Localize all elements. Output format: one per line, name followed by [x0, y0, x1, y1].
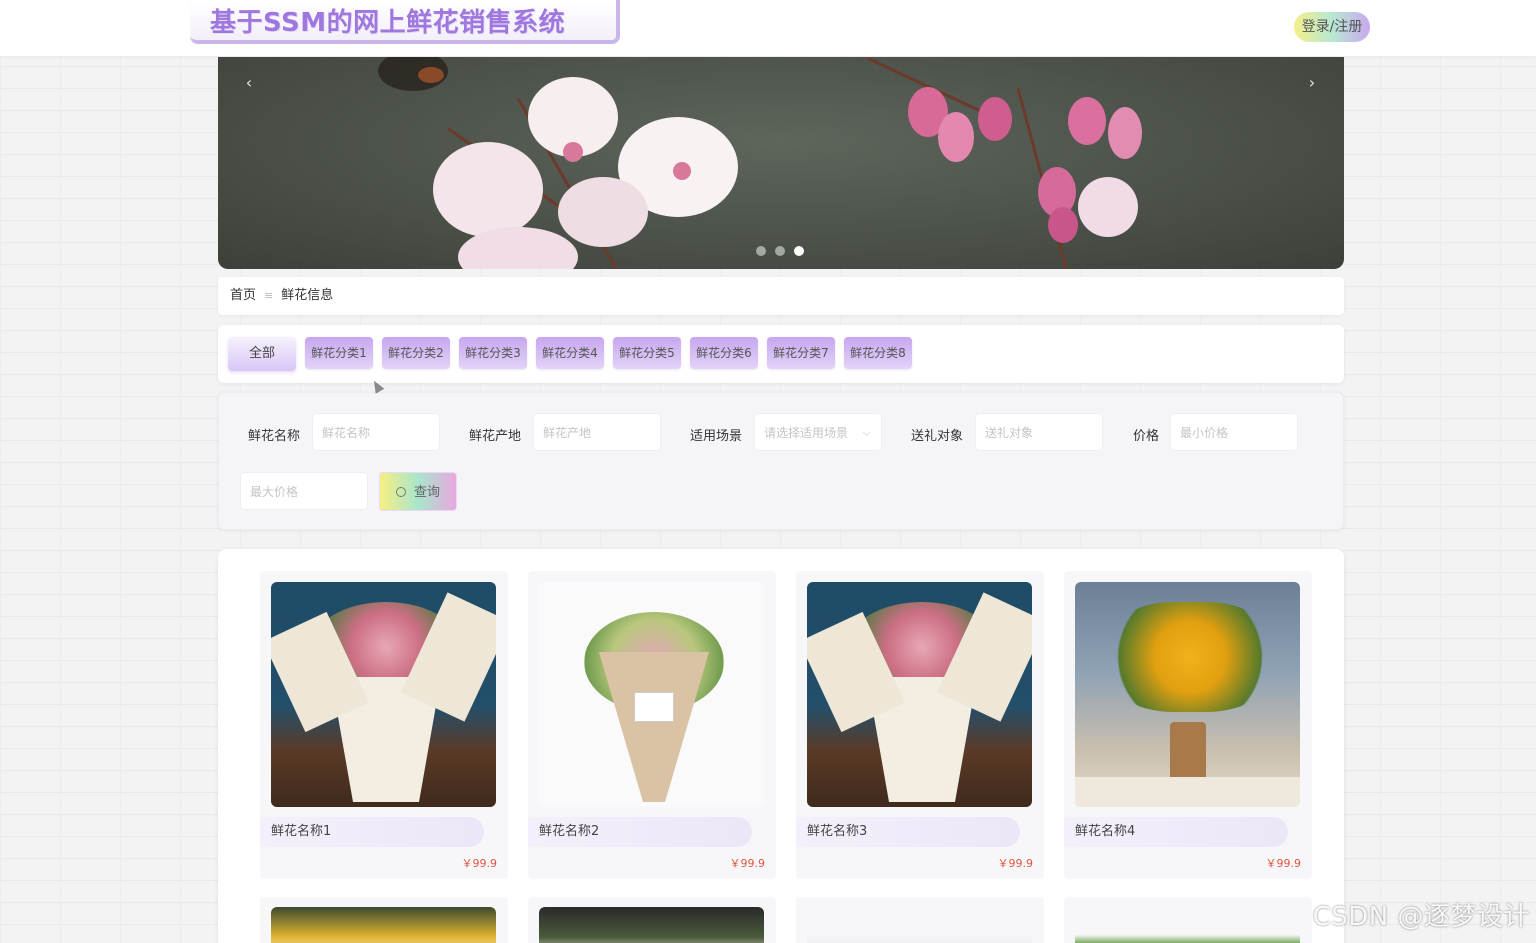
flower-origin-label: 鲜花产地 [469, 429, 522, 444]
category-bar: 全部 鲜花分类1 鲜花分类2 鲜花分类3 鲜花分类4 鲜花分类5 鲜花分类6 鲜… [218, 325, 1344, 383]
product-price: ￥99.9 [1265, 857, 1302, 870]
site-title[interactable]: 基于SSM的网上鲜花销售系统 [210, 2, 565, 39]
category-tab[interactable]: 鲜花分类2 [382, 337, 450, 369]
pink-bud [1068, 97, 1106, 145]
search-button[interactable]: 查询 [379, 472, 457, 511]
pink-bud [1048, 207, 1078, 243]
pink-bud [978, 97, 1012, 141]
blossom-center [563, 142, 583, 162]
min-price-input[interactable]: 最小价格 [1170, 413, 1298, 451]
product-price: ￥99.9 [461, 857, 498, 870]
product-name[interactable]: 鲜花名称1 [260, 817, 484, 847]
blossom-center [673, 162, 691, 180]
product-image[interactable] [1075, 582, 1300, 807]
carousel-dot-active[interactable] [794, 246, 804, 256]
chevron-right-icon[interactable]: › [1300, 71, 1324, 95]
product-name[interactable]: 鲜花名称2 [528, 817, 752, 847]
product-image[interactable] [539, 582, 764, 807]
flower-name-input[interactable]: 鲜花名称 [312, 413, 440, 451]
blossom-white [558, 177, 648, 247]
product-image[interactable] [807, 582, 1032, 807]
product-price: ￥99.9 [729, 857, 766, 870]
product-image[interactable] [807, 907, 1032, 943]
category-tab[interactable]: 鲜花分类5 [613, 337, 681, 369]
scene-select[interactable]: 请选择适用场景 ⌵ [754, 413, 882, 451]
product-card[interactable] [528, 897, 776, 943]
flower-name-label: 鲜花名称 [248, 429, 301, 444]
breadcrumb-separator-icon: ≡ [264, 289, 274, 302]
product-image[interactable] [1075, 907, 1300, 943]
product-card[interactable] [260, 897, 508, 943]
login-register-button[interactable]: 登录/注册 [1294, 12, 1370, 42]
pink-bud [938, 112, 974, 162]
breadcrumb-current: 鲜花信息 [281, 288, 334, 303]
product-image[interactable] [539, 907, 764, 943]
category-tab[interactable]: 鲜花分类4 [536, 337, 604, 369]
chevron-left-icon[interactable]: ‹ [237, 71, 261, 95]
search-icon [395, 487, 406, 497]
product-image[interactable] [271, 907, 496, 943]
watermark: CSDN @逐梦设计 [1312, 902, 1530, 932]
search-filter-panel: 鲜花名称 鲜花名称 鲜花产地 鲜花产地 适用场景 请选择适用场景 ⌵ 送礼对象 … [218, 392, 1344, 530]
product-card[interactable] [796, 897, 1044, 943]
bird-beak-shape [418, 67, 444, 83]
breadcrumb: 首页 ≡ 鲜花信息 [218, 277, 1344, 315]
category-tab[interactable]: 鲜花分类6 [690, 337, 758, 369]
carousel-dot[interactable] [756, 246, 766, 256]
pink-bud [1108, 107, 1142, 159]
category-tab[interactable]: 鲜花分类8 [844, 337, 912, 369]
carousel-dot[interactable] [775, 246, 785, 256]
scene-label: 适用场景 [690, 429, 743, 444]
category-all-tab[interactable]: 全部 [228, 337, 296, 371]
product-price: ￥99.9 [997, 857, 1034, 870]
product-card[interactable]: 鲜花名称4 ￥99.9 [1064, 571, 1312, 879]
blossom-white [433, 142, 543, 237]
scene-select-placeholder: 请选择适用场景 [764, 426, 849, 440]
category-tab[interactable]: 鲜花分类1 [305, 337, 373, 369]
product-image[interactable] [271, 582, 496, 807]
product-card[interactable]: 鲜花名称3 ￥99.9 [796, 571, 1044, 879]
banner-carousel[interactable]: ‹ › [218, 57, 1344, 269]
product-name[interactable]: 鲜花名称3 [796, 817, 1020, 847]
product-name[interactable]: 鲜花名称4 [1064, 817, 1288, 847]
site-title-banner: 基于SSM的网上鲜花销售系统 [190, 0, 620, 44]
recipient-label: 送礼对象 [911, 429, 964, 444]
product-grid: 鲜花名称1 ￥99.9 鲜花名称2 ￥99.9 鲜花名称3 ￥99.9 鲜花名称… [218, 549, 1344, 943]
product-card[interactable] [1064, 897, 1312, 943]
product-card[interactable]: 鲜花名称1 ￥99.9 [260, 571, 508, 879]
flower-origin-input[interactable]: 鲜花产地 [533, 413, 661, 451]
product-card[interactable]: 鲜花名称2 ￥99.9 [528, 571, 776, 879]
search-button-label: 查询 [413, 485, 440, 500]
blossom-white [1078, 177, 1138, 237]
max-price-input[interactable]: 最大价格 [240, 472, 368, 510]
recipient-input[interactable]: 送礼对象 [975, 413, 1103, 451]
price-label: 价格 [1133, 429, 1160, 444]
chevron-down-icon: ⌵ [862, 426, 871, 439]
top-header: 基于SSM的网上鲜花销售系统 登录/注册 [0, 0, 1536, 56]
breadcrumb-home[interactable]: 首页 [230, 288, 256, 303]
category-tab[interactable]: 鲜花分类7 [767, 337, 835, 369]
category-tab[interactable]: 鲜花分类3 [459, 337, 527, 369]
